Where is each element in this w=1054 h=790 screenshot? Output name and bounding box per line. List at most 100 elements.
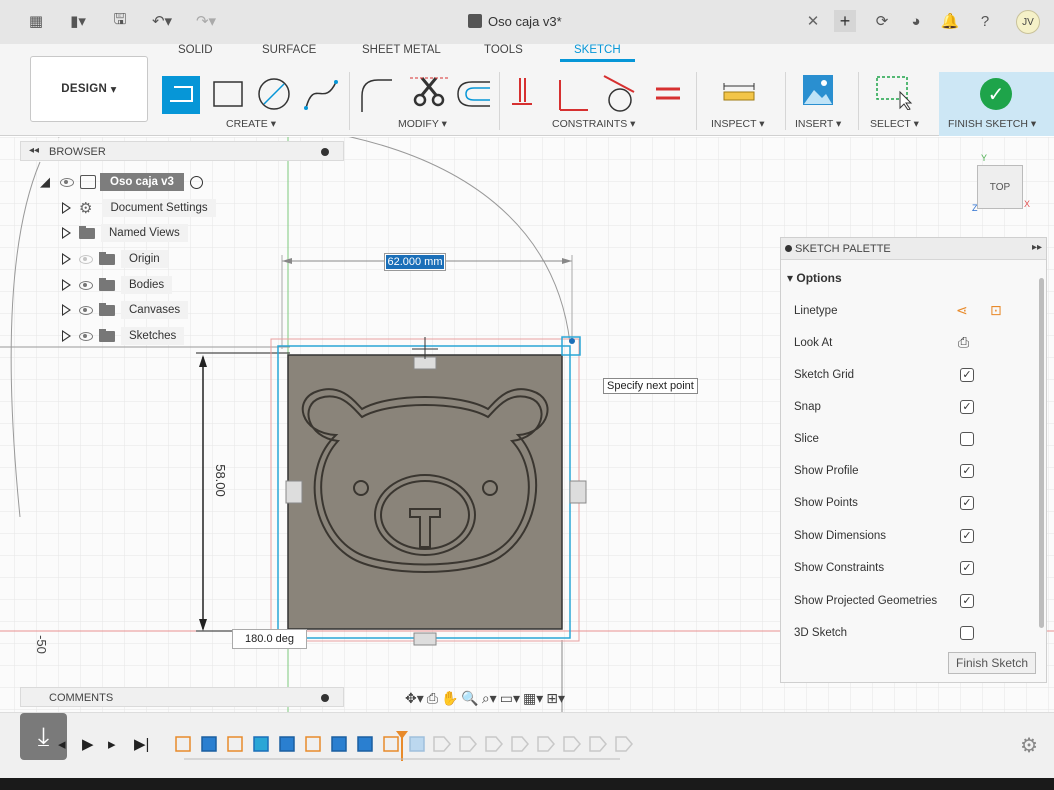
sketch-palette-header[interactable]: SKETCH PALETTE ▸▸ xyxy=(781,238,1046,260)
tab-surface[interactable]: SURFACE xyxy=(262,44,316,56)
constraints-menu[interactable]: CONSTRAINTS ▾ xyxy=(552,118,635,130)
palette-finish-sketch-button[interactable]: Finish Sketch xyxy=(948,652,1036,674)
view-cube[interactable]: TOP xyxy=(977,165,1023,209)
extensions-icon[interactable]: ⟳ xyxy=(872,10,892,32)
create-tools-icons[interactable] xyxy=(160,74,342,116)
visibility-eye-icon[interactable] xyxy=(60,177,74,187)
collapse-browser-icon[interactable]: ◂◂ xyxy=(29,145,39,156)
centerline-linetype-icon[interactable]: ⊡ xyxy=(990,302,1002,319)
select-menu[interactable]: SELECT ▾ xyxy=(870,118,919,130)
show-profile-checkbox[interactable]: ✓ xyxy=(960,464,974,478)
grid-axis-label: -50 xyxy=(33,635,49,654)
grid-settings-icon[interactable]: ▦▾ xyxy=(523,690,543,707)
look-at-icon[interactable]: ⎙ xyxy=(427,690,438,707)
viewports-icon[interactable]: ⊞▾ xyxy=(546,690,565,707)
zoom-icon[interactable]: 🔍 xyxy=(461,690,478,707)
insert-image-icon[interactable] xyxy=(802,74,834,106)
expand-arrow-icon[interactable] xyxy=(62,253,71,265)
display-settings-icon[interactable]: ▭▾ xyxy=(500,690,520,707)
expand-arrow-icon[interactable] xyxy=(62,227,71,239)
expand-arrow-icon[interactable]: ◢ xyxy=(40,174,50,190)
sketch-grid-checkbox[interactable]: ✓ xyxy=(960,368,974,382)
tab-sketch[interactable]: SKETCH xyxy=(560,44,635,62)
step-back-icon[interactable]: ◂ xyxy=(58,735,66,753)
expand-arrow-icon[interactable] xyxy=(62,202,71,214)
browser-item-canvases[interactable]: Canvases xyxy=(62,300,189,320)
browser-item-named-views[interactable]: Named Views xyxy=(62,223,188,243)
pin-icon[interactable] xyxy=(785,245,792,252)
file-menu-icon[interactable]: ▮▾ xyxy=(60,10,96,32)
modify-tools-icons[interactable] xyxy=(358,74,494,116)
browser-item-origin[interactable]: Origin xyxy=(62,249,168,269)
show-constraints-checkbox[interactable]: ✓ xyxy=(960,561,974,575)
option-show-profile: Show Profile ✓ xyxy=(794,462,1034,482)
window-select-icon[interactable] xyxy=(874,74,914,110)
modify-menu[interactable]: MODIFY ▾ xyxy=(398,118,447,130)
browser-item-bodies[interactable]: Bodies xyxy=(62,275,173,295)
show-projected-geometries-checkbox[interactable]: ✓ xyxy=(960,594,974,608)
insert-menu[interactable]: INSERT ▾ xyxy=(795,118,841,130)
expand-arrow-icon[interactable] xyxy=(62,330,71,342)
save-icon[interactable]: 🖫 xyxy=(110,10,130,32)
look-at-icon[interactable]: ⎙ xyxy=(958,334,969,351)
tab-tools[interactable]: TOOLS xyxy=(484,44,523,56)
tab-sheet-metal[interactable]: SHEET METAL xyxy=(362,44,441,56)
workspace-design-dropdown[interactable]: DESIGN ▾ xyxy=(30,56,148,122)
show-points-checkbox[interactable]: ✓ xyxy=(960,496,974,510)
show-dimensions-checkbox[interactable]: ✓ xyxy=(960,529,974,543)
notifications-bell-icon[interactable]: 🔔 xyxy=(940,10,960,32)
folder-icon xyxy=(99,302,115,316)
app-grid-icon[interactable]: ▦ xyxy=(26,10,46,32)
hidden-eye-icon[interactable] xyxy=(79,254,93,264)
constraints-icons[interactable] xyxy=(508,74,684,116)
option-sketch-grid: Sketch Grid ✓ xyxy=(794,366,1034,386)
vertical-dimension-label[interactable]: 58.00 xyxy=(213,464,228,497)
undo-icon[interactable]: ↶▾ xyxy=(144,10,180,32)
option-slice: Slice xyxy=(794,430,1034,450)
expand-arrow-icon[interactable] xyxy=(62,279,71,291)
palette-scrollbar[interactable] xyxy=(1039,278,1044,628)
visibility-eye-icon[interactable] xyxy=(79,331,93,341)
activate-radio-icon[interactable] xyxy=(189,175,203,189)
measure-ruler-icon[interactable] xyxy=(722,82,756,104)
browser-item-sketches[interactable]: Sketches xyxy=(62,326,185,346)
snap-checkbox[interactable]: ✓ xyxy=(960,400,974,414)
orbit-icon[interactable]: ✥▾ xyxy=(405,690,424,707)
create-menu[interactable]: CREATE ▾ xyxy=(226,118,276,130)
document-tab[interactable]: Oso caja v3* xyxy=(410,14,790,29)
browser-item-document-settings[interactable]: ⚙ Document Settings xyxy=(62,198,216,218)
new-tab-plus-icon[interactable]: + xyxy=(834,10,856,32)
expand-arrow-icon[interactable] xyxy=(62,304,71,316)
construction-linetype-icon[interactable]: ⋖ xyxy=(956,302,968,319)
expand-panel-icon[interactable]: ▸▸ xyxy=(1032,242,1042,253)
zoom-window-icon[interactable]: ⌕▾ xyxy=(482,690,497,707)
help-icon[interactable]: ? xyxy=(974,10,996,32)
timeline-features[interactable] xyxy=(170,731,640,767)
options-section-header[interactable]: ▾ Options xyxy=(787,271,842,285)
comments-panel-header[interactable]: COMMENTS xyxy=(20,687,344,707)
job-status-icon[interactable]: ◕ xyxy=(906,10,926,32)
tab-solid[interactable]: SOLID xyxy=(178,44,213,56)
visibility-eye-icon[interactable] xyxy=(79,280,93,290)
3d-sketch-checkbox[interactable] xyxy=(960,626,974,640)
close-tab-icon[interactable]: ✕ xyxy=(804,10,822,32)
pin-icon[interactable] xyxy=(321,148,329,156)
visibility-eye-icon[interactable] xyxy=(79,305,93,315)
go-to-end-icon[interactable]: ▶| xyxy=(134,735,149,753)
user-avatar[interactable]: JV xyxy=(1016,10,1040,34)
redo-icon[interactable]: ↷▾ xyxy=(188,10,224,32)
add-comment-icon[interactable] xyxy=(321,694,329,702)
slice-checkbox[interactable] xyxy=(960,432,974,446)
finish-sketch-menu[interactable]: FINISH SKETCH ▾ xyxy=(948,118,1036,130)
angle-input-field[interactable]: 180.0 deg xyxy=(232,629,307,649)
inspect-menu[interactable]: INSPECT ▾ xyxy=(711,118,765,130)
play-icon[interactable]: ▶ xyxy=(82,735,94,753)
pan-hand-icon[interactable]: ✋ xyxy=(441,690,458,707)
browser-panel-header[interactable]: ◂◂ BROWSER xyxy=(20,141,344,161)
browser-root-item[interactable]: ◢ Oso caja v3 xyxy=(40,172,203,192)
sketch-canvas[interactable]: ◂◂ BROWSER ◢ Oso caja v3 ⚙ Document Sett… xyxy=(0,137,1054,778)
navigation-bar: ✥▾ ⎙ ✋ 🔍 ⌕▾ ▭▾ ▦▾ ⊞▾ xyxy=(405,685,565,711)
dimension-input-field[interactable]: 62.000 mm xyxy=(384,253,446,271)
timeline-settings-gear-icon[interactable]: ⚙ xyxy=(1020,733,1038,758)
step-forward-icon[interactable]: ▸ xyxy=(108,735,116,753)
